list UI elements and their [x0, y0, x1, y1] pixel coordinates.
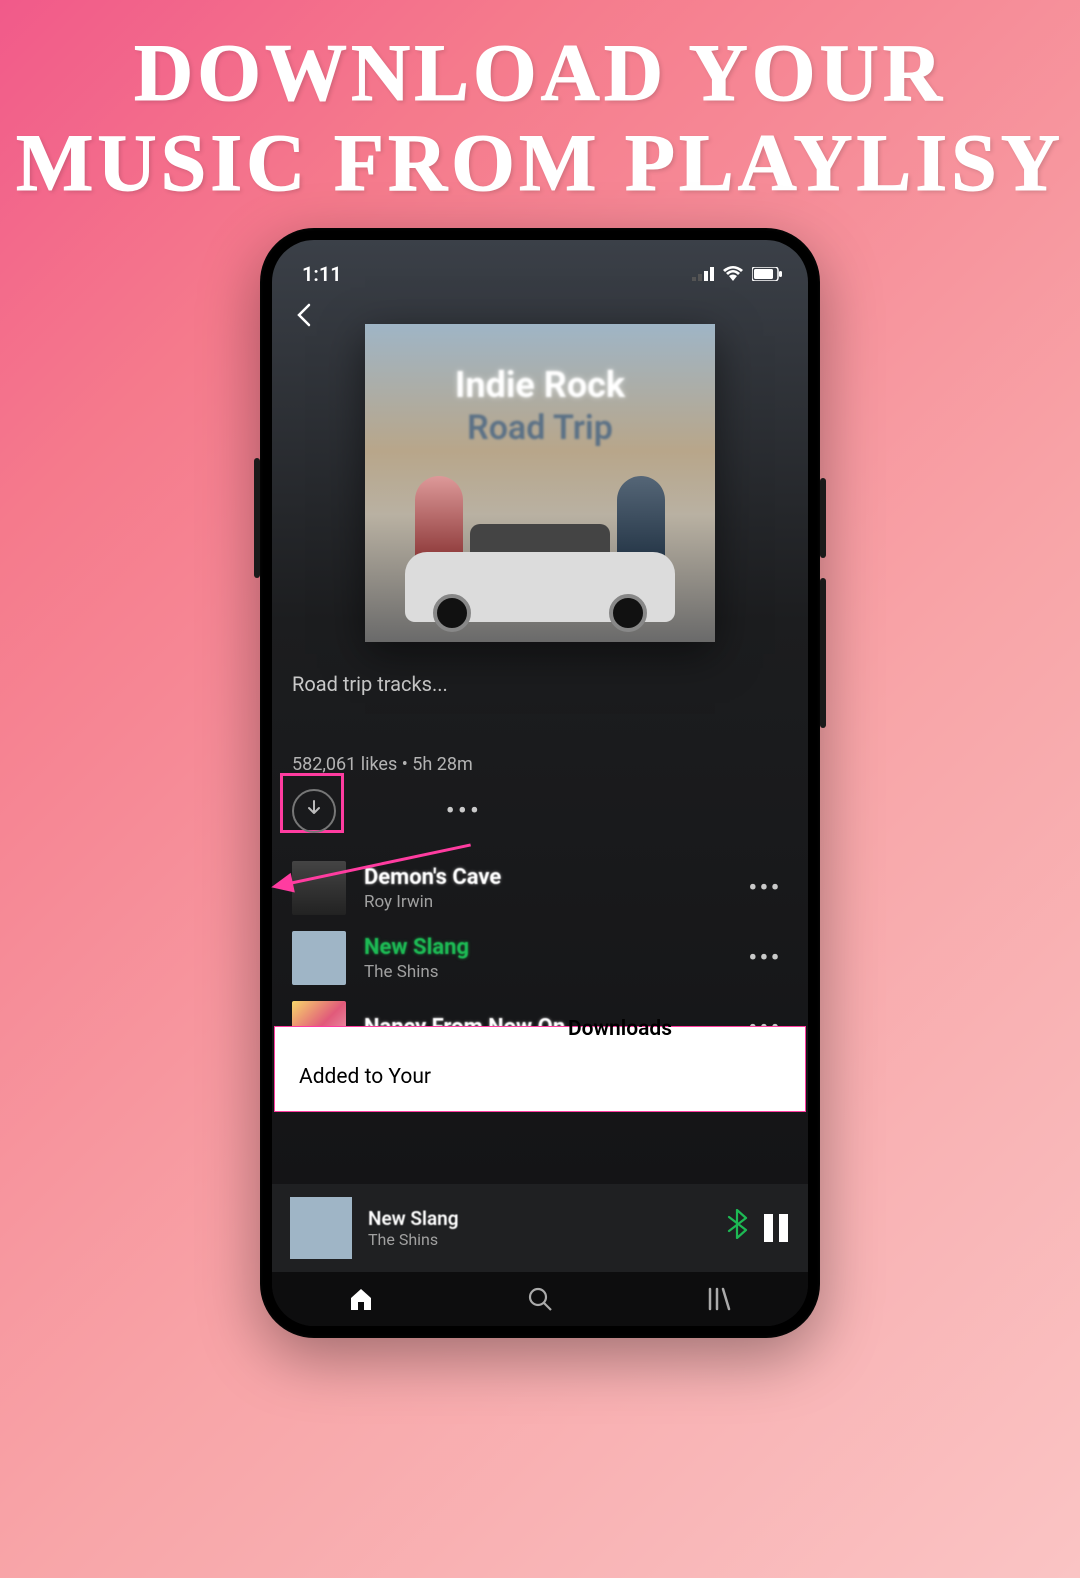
app-screen: 1:11 Indie Rock Road Trip	[272, 240, 808, 1326]
toast-notification: Downloads Added to Your	[274, 1026, 806, 1112]
cellular-icon	[692, 262, 714, 286]
nav-search-button[interactable]	[525, 1284, 555, 1314]
bluetooth-icon[interactable]	[726, 1209, 748, 1247]
download-icon	[304, 799, 324, 823]
playlist-description: Road trip tracks...	[272, 642, 808, 696]
playlist-cover[interactable]: Indie Rock Road Trip	[365, 324, 715, 642]
bottom-nav	[272, 1272, 808, 1326]
now-playing-artist: The Shins	[368, 1230, 710, 1249]
pause-button[interactable]	[764, 1214, 790, 1242]
track-thumbnail	[292, 931, 346, 985]
phone-side-button	[820, 478, 826, 558]
now-playing-bar[interactable]: New Slang The Shins	[272, 1184, 808, 1272]
phone-side-button	[254, 458, 260, 578]
now-playing-thumbnail	[290, 1197, 352, 1259]
cover-title-2: Road Trip	[467, 408, 613, 448]
battery-icon	[752, 262, 782, 286]
track-thumbnail	[292, 861, 346, 915]
wifi-icon	[722, 262, 744, 286]
track-title: New Slang	[364, 935, 731, 960]
promo-line-2: MUSIC FROM PLAYLISY	[0, 118, 1080, 208]
status-icons	[692, 262, 782, 286]
track-artist: The Shins	[364, 962, 731, 982]
track-title: Demon's Cave	[364, 865, 731, 890]
nav-library-button[interactable]	[704, 1284, 734, 1314]
more-options-button[interactable]: •••	[446, 799, 482, 824]
track-row[interactable]: New Slang The Shins •••	[282, 923, 798, 993]
track-artist: Roy Irwin	[364, 892, 731, 912]
phone-frame: 1:11 Indie Rock Road Trip	[260, 228, 820, 1338]
status-bar: 1:11	[272, 240, 808, 292]
playlist-meta: 582,061 likes • 5h 28m	[272, 696, 808, 783]
track-row[interactable]: Demon's Cave Roy Irwin •••	[282, 853, 798, 923]
track-more-button[interactable]: •••	[749, 946, 788, 971]
track-more-button[interactable]: •••	[749, 876, 788, 901]
promo-headline: DOWNLOAD YOUR MUSIC FROM PLAYLISY	[0, 0, 1080, 208]
toast-text-top: Downloads	[459, 1017, 781, 1041]
nav-home-button[interactable]	[346, 1284, 376, 1314]
phone-side-button	[820, 578, 826, 728]
toast-text-left: Added to Your	[299, 1065, 781, 1089]
cover-art-illustration	[365, 487, 715, 642]
back-button[interactable]	[292, 302, 318, 328]
promo-line-1: DOWNLOAD YOUR	[0, 28, 1080, 118]
status-time: 1:11	[302, 262, 342, 286]
download-button[interactable]	[292, 789, 336, 833]
now-playing-title: New Slang	[368, 1207, 710, 1230]
cover-title-1: Indie Rock	[455, 364, 625, 406]
